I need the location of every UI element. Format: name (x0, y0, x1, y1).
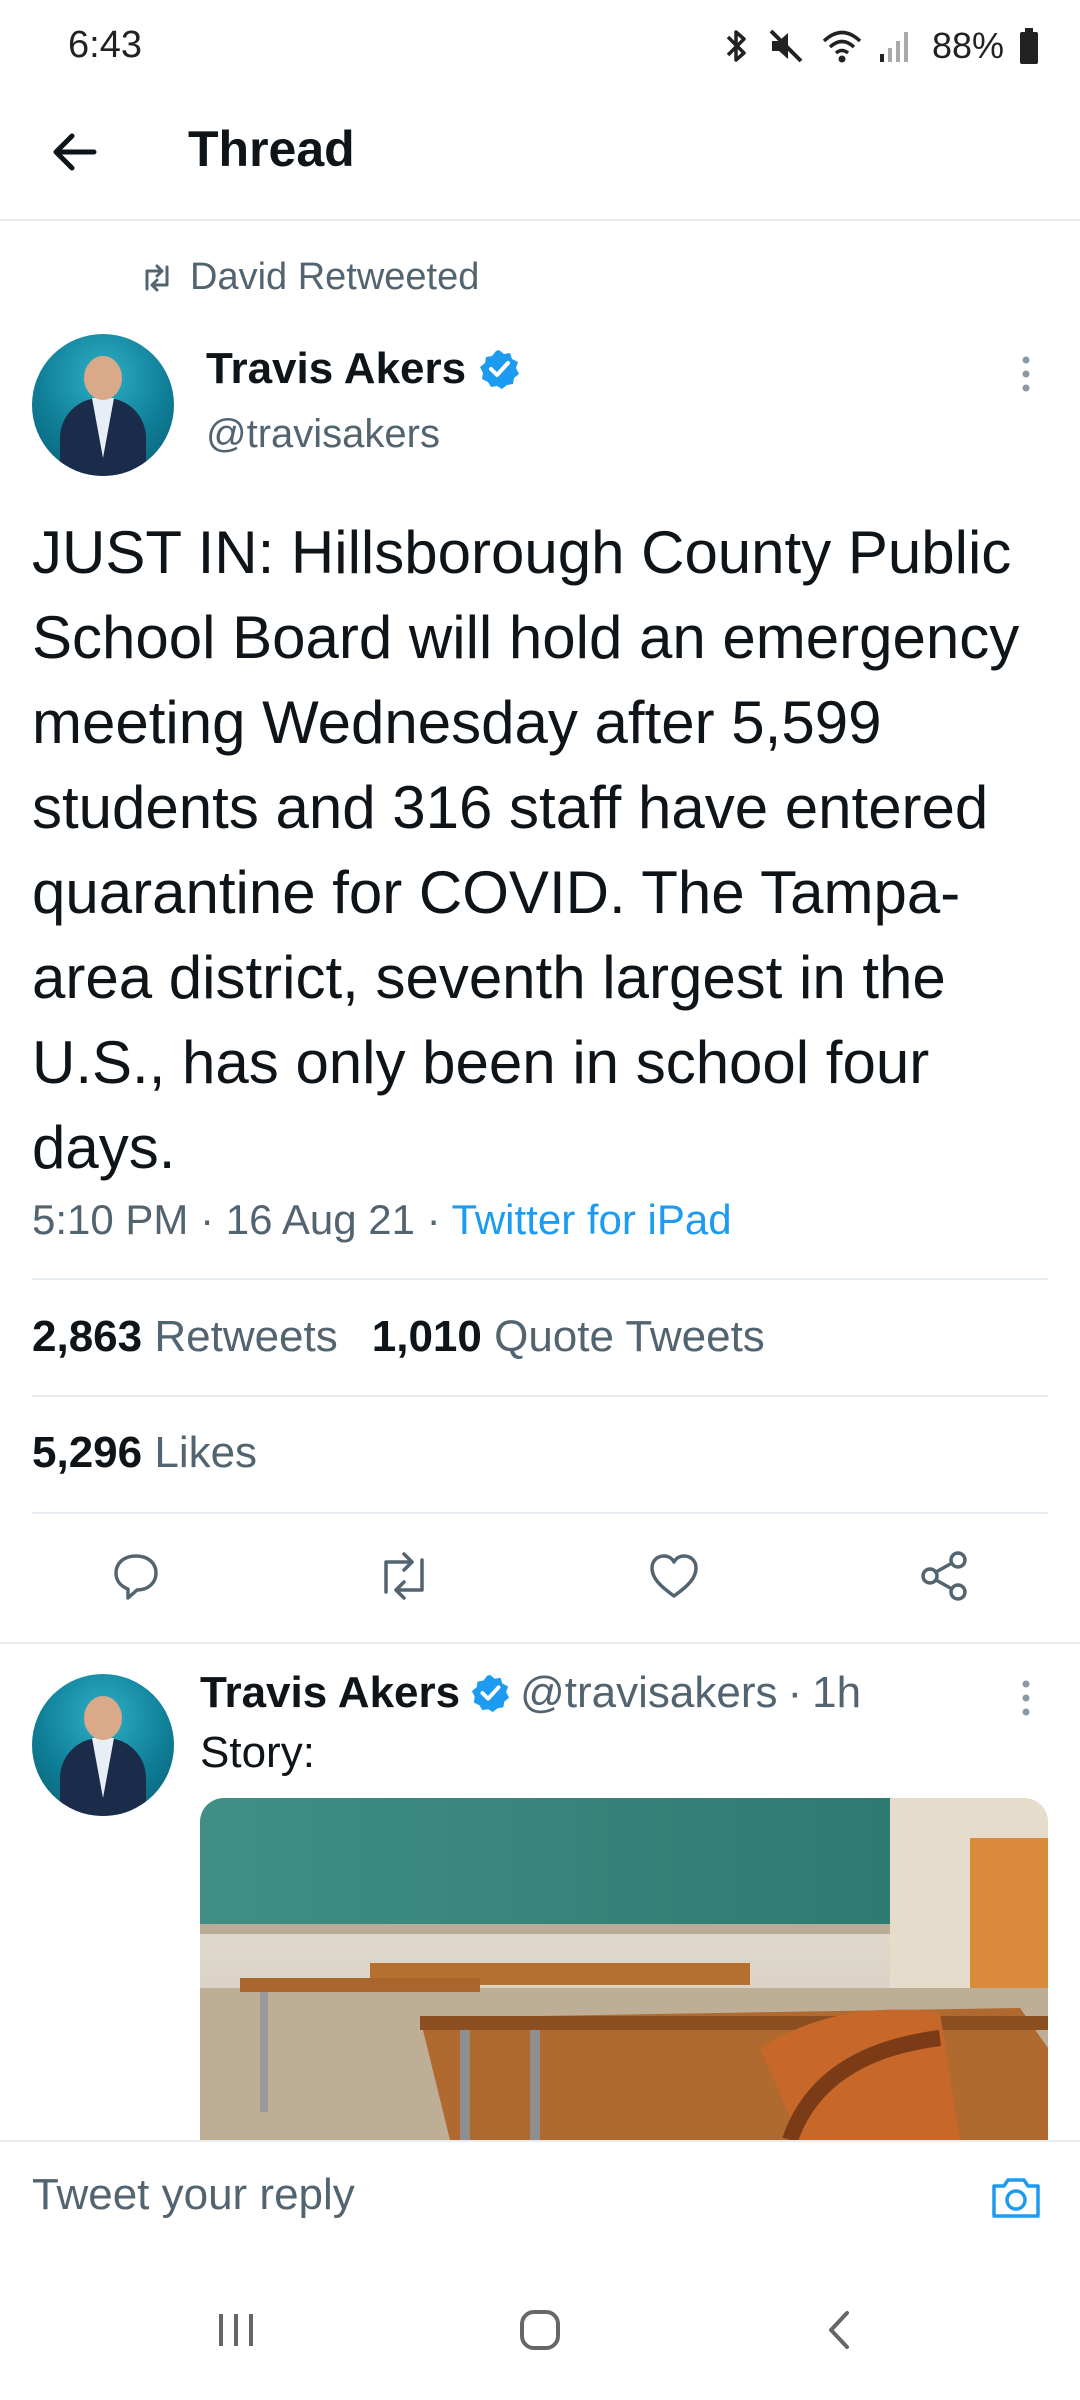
wifi-icon (822, 30, 862, 63)
quote-count: 1,010 (371, 1312, 482, 1361)
divider (32, 1512, 1048, 1514)
share-icon (921, 1551, 967, 1601)
retweets-stat[interactable]: 2,863 Retweets (32, 1312, 338, 1362)
tweet-time: 5:10 PM (32, 1196, 189, 1243)
avatar[interactable] (32, 334, 174, 476)
reply-author-handle[interactable]: @travisakers (520, 1668, 777, 1718)
avatar[interactable] (32, 1674, 174, 1816)
reply-composer: Tweet your reply (0, 2140, 1080, 2260)
retweet-button[interactable] (374, 1546, 434, 1606)
back-button[interactable] (44, 122, 104, 182)
quote-label: Quote Tweets (494, 1312, 765, 1361)
more-vertical-icon[interactable] (1014, 352, 1038, 400)
system-back-button[interactable] (800, 2290, 880, 2370)
status-bar: 6:43 88% (0, 0, 1080, 96)
reply-text: Story: (200, 1728, 315, 1777)
tweet-source-link[interactable]: Twitter for iPad (452, 1196, 732, 1243)
more-vertical-icon[interactable] (1014, 1676, 1038, 1724)
share-button[interactable] (914, 1546, 974, 1606)
meta-separator: · (426, 1196, 452, 1243)
retweet-stats: 2,863 Retweets 1,010 Quote Tweets (32, 1312, 765, 1362)
divider (32, 1278, 1048, 1280)
retweet-icon (384, 1552, 424, 1600)
camera-icon[interactable] (986, 2168, 1046, 2228)
bluetooth-icon (726, 30, 746, 62)
verified-badge-icon (480, 350, 520, 389)
battery-percent: 88% (931, 25, 1004, 66)
reply-button[interactable] (106, 1546, 166, 1606)
tweet-text: JUST IN: Hillsborough County Public Scho… (32, 519, 1020, 1181)
reply-author-name[interactable]: Travis Akers (200, 1668, 460, 1718)
story-image[interactable] (200, 1798, 1048, 2140)
heart-icon (650, 1554, 698, 1598)
tweet-meta: 5:10 PM · 16 Aug 21 · Twitter for iPad (32, 1196, 732, 1244)
divider (32, 1395, 1048, 1397)
tweet-actions (0, 1546, 1080, 1612)
author-handle[interactable]: @travisakers (206, 412, 440, 457)
verified-badge-icon (472, 1674, 510, 1713)
likes-label: Likes (154, 1428, 258, 1477)
recent-apps-button[interactable] (196, 2290, 276, 2370)
reply-icon (114, 1554, 158, 1600)
page-title: Thread (188, 121, 355, 177)
home-icon (520, 2310, 560, 2350)
retweet-small-icon (145, 264, 169, 291)
arrow-left-icon (53, 133, 97, 171)
author-name-text: Travis Akers (206, 344, 467, 393)
author-name[interactable]: Travis Akers (206, 344, 520, 394)
signal-icon (879, 32, 908, 62)
like-button[interactable] (644, 1546, 704, 1606)
chevron-left-icon (829, 2311, 849, 2349)
reply-input[interactable]: Tweet your reply (32, 2170, 355, 2220)
retweet-context[interactable]: David Retweeted (140, 256, 479, 299)
recent-apps-icon (219, 2314, 253, 2346)
thread-header: Thread (0, 96, 1080, 221)
mute-icon (769, 29, 803, 63)
status-time: 6:43 (68, 24, 142, 66)
likes-count: 5,296 (32, 1428, 143, 1477)
reply-age: 1h (812, 1668, 862, 1717)
classroom-photo (200, 1798, 1048, 2140)
status-icons: 88% (722, 22, 1040, 70)
reply-header: Travis Akers @travisakers · 1h (200, 1668, 861, 1718)
tweet-date: 16 Aug 21 (225, 1196, 415, 1243)
reply-separator: · (787, 1668, 803, 1717)
likes-stats: 5,296 Likes (32, 1428, 257, 1478)
retweets-label: Retweets (154, 1312, 338, 1361)
meta-separator: · (200, 1196, 226, 1243)
retweet-context-label: David Retweeted (190, 256, 480, 298)
retweets-count: 2,863 (32, 1312, 143, 1361)
likes-stat[interactable]: 5,296 Likes (32, 1428, 257, 1478)
system-nav-bar (0, 2258, 1080, 2400)
battery-icon (1020, 28, 1038, 64)
home-button[interactable] (500, 2290, 580, 2370)
quote-tweets-stat[interactable]: 1,010 Quote Tweets (372, 1312, 765, 1362)
divider (0, 1642, 1080, 1644)
